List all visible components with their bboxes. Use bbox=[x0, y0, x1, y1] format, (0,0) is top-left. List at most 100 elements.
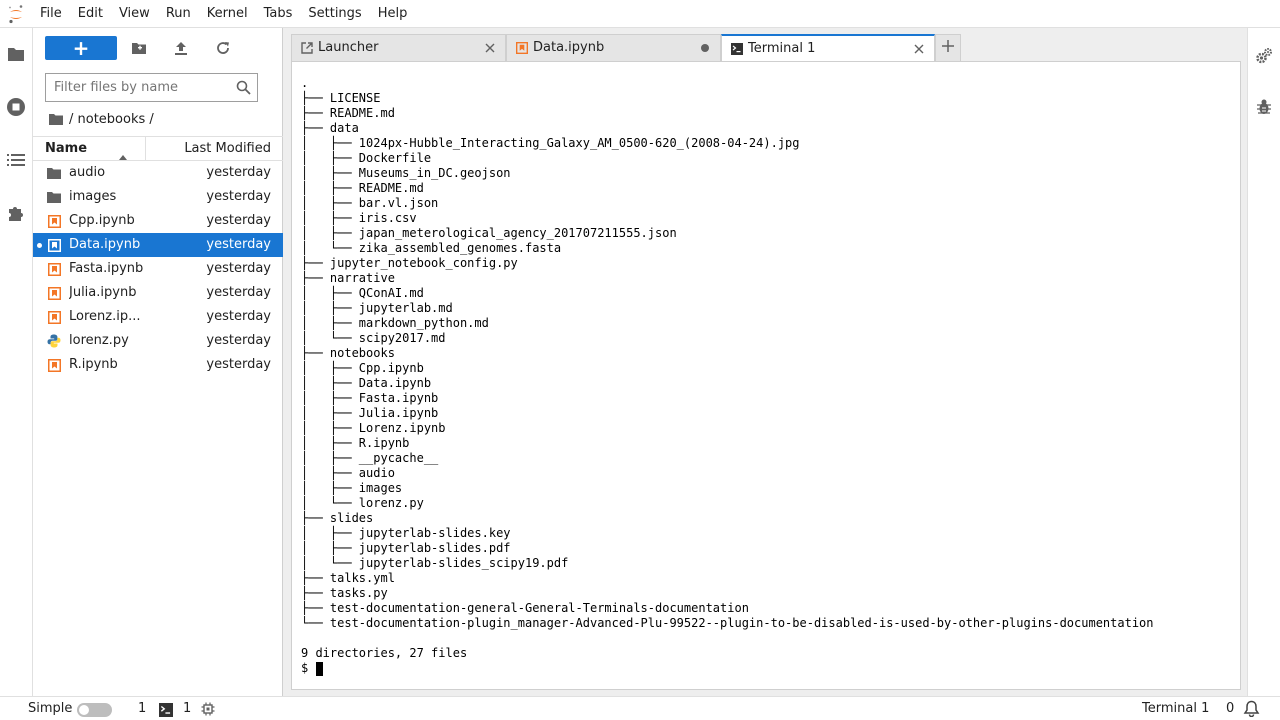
file-name: Fasta.ipynb bbox=[69, 261, 144, 276]
terminal-line: ├── README.md bbox=[301, 106, 395, 120]
running-sessions-icon[interactable] bbox=[0, 91, 32, 123]
terminal-line: │ ├── iris.csv bbox=[301, 211, 417, 225]
menu-file[interactable]: File bbox=[32, 0, 70, 28]
file-modified: yesterday bbox=[206, 189, 271, 204]
terminal-prompt[interactable]: $ bbox=[301, 661, 1154, 676]
terminal-line: │ └── jupyterlab-slides_scipy19.pdf bbox=[301, 556, 569, 570]
file-row-lorenz-py[interactable]: lorenz.py yesterday bbox=[33, 329, 283, 353]
menu-edit[interactable]: Edit bbox=[70, 0, 111, 28]
breadcrumb-path[interactable]: / notebooks / bbox=[69, 112, 154, 127]
file-row-fasta-ipynb[interactable]: Fasta.ipynb yesterday bbox=[33, 257, 283, 281]
column-header-modified[interactable]: Last Modified bbox=[146, 137, 283, 160]
terminal-count[interactable]: 1 bbox=[183, 701, 191, 716]
terminal-line: │ ├── images bbox=[301, 481, 403, 495]
launcher-icon bbox=[300, 41, 314, 55]
terminal-line: │ ├── japan_meterological_agency_2017072… bbox=[301, 226, 677, 240]
kernel-count[interactable]: 1 bbox=[138, 701, 146, 716]
folder-icon bbox=[47, 190, 61, 204]
file-name: audio bbox=[69, 165, 106, 180]
menu-view[interactable]: View bbox=[111, 0, 158, 28]
file-modified: yesterday bbox=[206, 165, 271, 180]
file-row-lorenz-ipynb[interactable]: Lorenz.ip... yesterday bbox=[33, 305, 283, 329]
file-name: Julia.ipynb bbox=[69, 285, 137, 300]
property-inspector-gears-icon[interactable] bbox=[1248, 40, 1280, 72]
file-row-images[interactable]: images yesterday bbox=[33, 185, 283, 209]
terminal-line: └── test-documentation-plugin_manager-Ad… bbox=[301, 616, 1154, 630]
right-sidebar bbox=[1247, 28, 1280, 696]
menu-kernel[interactable]: Kernel bbox=[199, 0, 256, 28]
file-modified: yesterday bbox=[206, 261, 271, 276]
upload-icon[interactable] bbox=[169, 36, 193, 60]
close-icon[interactable] bbox=[912, 42, 926, 56]
status-bar: Simple 1 1 Terminal 1 0 bbox=[0, 696, 1280, 720]
notebook-icon bbox=[47, 262, 61, 276]
file-modified: yesterday bbox=[206, 213, 271, 228]
terminal-line: │ ├── Lorenz.ipynb bbox=[301, 421, 446, 435]
folder-icon[interactable] bbox=[0, 38, 32, 70]
menu-tabs[interactable]: Tabs bbox=[256, 0, 301, 28]
notebook-icon bbox=[47, 214, 61, 228]
breadcrumb: / notebooks / bbox=[49, 110, 154, 128]
column-header-name[interactable]: Name bbox=[33, 137, 146, 160]
file-row-r-ipynb[interactable]: R.ipynb yesterday bbox=[33, 353, 283, 377]
menu-run[interactable]: Run bbox=[158, 0, 199, 28]
new-launcher-button[interactable]: + bbox=[45, 36, 117, 60]
terminal-line: ├── tasks.py bbox=[301, 586, 388, 600]
terminal-line: │ ├── QConAI.md bbox=[301, 286, 424, 300]
tab-terminal-1[interactable]: Terminal 1 bbox=[721, 34, 935, 62]
simple-mode-label: Simple bbox=[28, 701, 73, 716]
notebook-icon bbox=[47, 286, 61, 300]
document-tab-bar: Launcher Data.ipynb Terminal 1 bbox=[291, 34, 961, 62]
new-folder-icon[interactable] bbox=[127, 36, 151, 60]
terminal-panel[interactable]: . ├── LICENSE ├── README.md ├── data │ ├── 1… bbox=[291, 61, 1241, 690]
debugger-bug-icon[interactable] bbox=[1248, 91, 1280, 123]
file-row-cpp-ipynb[interactable]: Cpp.ipynb yesterday bbox=[33, 209, 283, 233]
notebook-icon bbox=[47, 358, 61, 372]
table-of-contents-icon[interactable] bbox=[0, 144, 32, 176]
folder-icon bbox=[47, 166, 61, 180]
simple-mode-toggle[interactable] bbox=[77, 703, 112, 717]
refresh-icon[interactable] bbox=[211, 36, 235, 60]
file-row-audio[interactable]: audio yesterday bbox=[33, 161, 283, 185]
file-name: R.ipynb bbox=[69, 357, 118, 372]
file-modified: yesterday bbox=[206, 285, 271, 300]
close-icon[interactable] bbox=[483, 41, 497, 55]
menu-help[interactable]: Help bbox=[370, 0, 416, 28]
terminal-line: │ ├── jupyterlab.md bbox=[301, 301, 453, 315]
file-browser-panel: + / notebooks / Name Last Modified bbox=[33, 28, 283, 696]
file-modified: yesterday bbox=[206, 333, 271, 348]
prompt-symbol: $ bbox=[301, 661, 316, 675]
jupyter-logo-icon bbox=[0, 0, 32, 28]
notebook-icon bbox=[47, 238, 61, 252]
terminal-cursor bbox=[316, 661, 324, 676]
file-filter-input[interactable] bbox=[46, 74, 226, 101]
terminal-line: ├── test-documentation-general-General-T… bbox=[301, 601, 749, 615]
file-modified: yesterday bbox=[206, 357, 271, 372]
tab-data-ipynb[interactable]: Data.ipynb bbox=[506, 34, 721, 61]
bell-icon[interactable] bbox=[1243, 700, 1260, 720]
file-filter-box bbox=[45, 73, 258, 102]
terminal-line: │ ├── Data.ipynb bbox=[301, 376, 432, 390]
terminal-line: ├── data bbox=[301, 121, 359, 135]
unsaved-dot-icon[interactable] bbox=[698, 41, 712, 55]
active-document-label: Terminal 1 bbox=[1142, 701, 1210, 716]
running-indicator-icon bbox=[37, 243, 42, 248]
terminal-line: │ ├── Fasta.ipynb bbox=[301, 391, 439, 405]
terminal-line: . bbox=[301, 76, 309, 90]
terminal-line: ├── LICENSE bbox=[301, 91, 381, 105]
file-list: audio yesterday images yesterday Cpp.ipy… bbox=[33, 161, 283, 377]
notification-count[interactable]: 0 bbox=[1226, 701, 1234, 716]
tab-launcher[interactable]: Launcher bbox=[291, 34, 506, 61]
terminal-line: │ ├── jupyterlab-slides.key bbox=[301, 526, 511, 540]
home-folder-icon[interactable] bbox=[49, 113, 63, 125]
cpu-chip-icon[interactable] bbox=[201, 702, 215, 720]
add-tab-button[interactable] bbox=[935, 34, 961, 61]
extension-puzzle-icon[interactable] bbox=[0, 197, 32, 229]
file-list-header: Name Last Modified bbox=[33, 136, 283, 161]
terminal-line: │ ├── jupyterlab-slides.pdf bbox=[301, 541, 511, 555]
file-row-data-ipynb[interactable]: Data.ipynb yesterday bbox=[33, 233, 283, 257]
menu-settings[interactable]: Settings bbox=[300, 0, 369, 28]
file-name: lorenz.py bbox=[69, 333, 129, 348]
terminal-line: ├── jupyter_notebook_config.py bbox=[301, 256, 518, 270]
file-row-julia-ipynb[interactable]: Julia.ipynb yesterday bbox=[33, 281, 283, 305]
